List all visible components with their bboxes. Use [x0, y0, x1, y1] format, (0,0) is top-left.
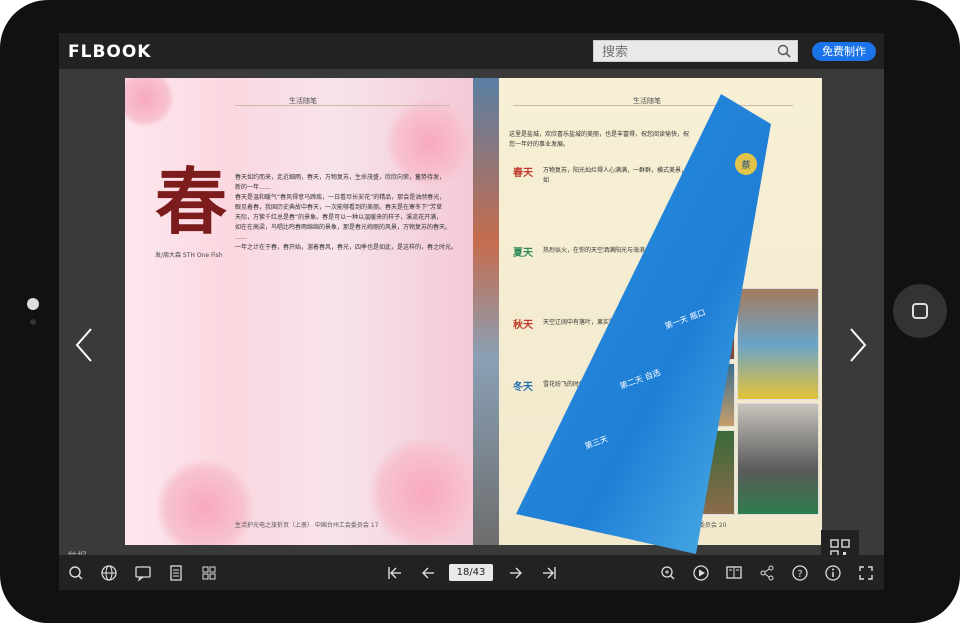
- book-stage: 生活随笔 春 发/周大森 STH One Fish 春天如约而来，走近细雨，春天…: [59, 69, 884, 568]
- left-body-text: 春天如约而来，走近细雨，春天，万物复苏，生命茂盛，欣欣向荣，蓄势待发， 新的一年…: [235, 173, 458, 253]
- search-icon[interactable]: [777, 44, 791, 58]
- search-box[interactable]: [593, 40, 798, 63]
- city-photo-strip: [473, 78, 499, 545]
- next-page-icon[interactable]: [507, 564, 525, 582]
- sensor-dot: [30, 319, 36, 325]
- page-footer: 生活护光电之旅折页（上册） 中国台州工会委员会 17: [235, 522, 379, 529]
- search-input[interactable]: [594, 42, 780, 63]
- globe-icon[interactable]: [100, 564, 118, 582]
- first-page-icon[interactable]: [386, 564, 404, 582]
- chevron-left-icon[interactable]: [69, 325, 99, 365]
- comment-icon[interactable]: [134, 564, 152, 582]
- spring-character: 春: [155, 159, 228, 244]
- blossom-decor: [365, 438, 473, 545]
- left-page[interactable]: 生活随笔 春 发/周大森 STH One Fish 春天如约而来，走近细雨，春天…: [125, 78, 473, 545]
- fullscreen-icon[interactable]: [857, 564, 875, 582]
- header-rule: [235, 105, 450, 106]
- text-line: 天际，万紫千红总是春”的景象。春是可以一种以温暖来的样子，溪流花开满，: [235, 214, 443, 221]
- book-view-icon[interactable]: [725, 564, 743, 582]
- search-icon[interactable]: [67, 564, 85, 582]
- free-make-button[interactable]: 免费制作: [812, 42, 876, 61]
- home-button[interactable]: [893, 284, 947, 338]
- zoom-in-icon[interactable]: [659, 564, 677, 582]
- tablet-frame: FLBOOK 免费制作: [0, 0, 960, 623]
- top-bar: FLBOOK 免费制作: [59, 33, 884, 69]
- text-line: 如在在高梁，鸟唱比鸣春雨绵绵的景象，那是春光绚丽的风景，万物复苏的春天。: [235, 224, 452, 231]
- blossom-decor: [125, 78, 175, 128]
- page-indicator[interactable]: 18/43: [449, 564, 493, 581]
- page-curl[interactable]: 蔡 第一天 瓶口 第二天 自选 第三天: [516, 94, 771, 554]
- flbook-logo[interactable]: FLBOOK: [68, 42, 151, 62]
- text-line: 一年之计在于春，春开始，溜着春风，春光，四季也是如此，是这样的，春之时光。: [235, 244, 458, 251]
- document-icon[interactable]: [167, 564, 185, 582]
- text-line: 春天是温和暖气“春风得意马蹄疾，一日看尽长安花”的精品，那会是油然春光，: [235, 194, 446, 201]
- blossom-decor: [155, 458, 255, 545]
- home-square-icon: [912, 303, 928, 319]
- bottom-toolbar: 18/43 ?: [59, 555, 884, 590]
- reader-screen: FLBOOK 免费制作: [59, 33, 884, 590]
- help-icon[interactable]: ?: [791, 564, 809, 582]
- share-icon[interactable]: [758, 564, 776, 582]
- curl-badge-text: 蔡: [741, 159, 750, 171]
- previous-page-icon[interactable]: [419, 564, 437, 582]
- text-line: 新的一年……: [235, 184, 272, 191]
- text-line: 春天如约而来，走近细雨，春天，万物复苏，生命茂盛，欣欣向荣，蓄势待发，: [235, 174, 446, 181]
- autoplay-icon[interactable]: [692, 564, 710, 582]
- author-credit: 发/周大森 STH One Fish: [155, 252, 223, 259]
- camera-dot: [27, 298, 39, 310]
- text-line: 眼见着春，我国历史典故中春天，一次能够看到的美丽。春天是在寒冬下“芳草: [235, 204, 443, 211]
- svg-text:?: ?: [797, 569, 802, 580]
- chevron-right-icon[interactable]: [843, 325, 873, 365]
- text-line: ……: [235, 234, 247, 241]
- last-page-icon[interactable]: [540, 564, 558, 582]
- info-icon[interactable]: [824, 564, 842, 582]
- grid-icon[interactable]: [200, 564, 218, 582]
